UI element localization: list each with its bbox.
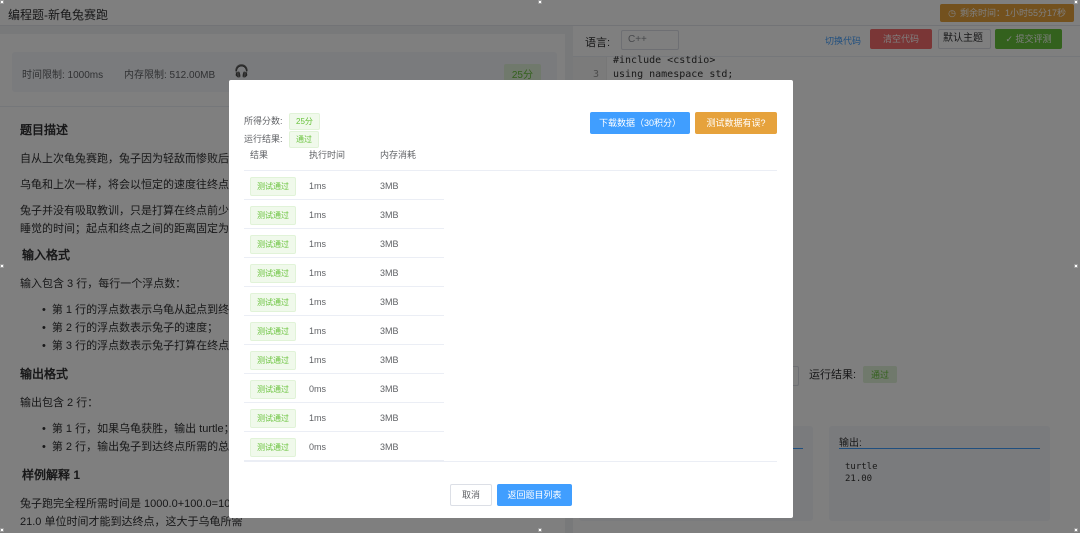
table-row: 测试通过 1ms 3MB [244,171,444,200]
table-row: 测试通过 1ms 3MB [244,200,444,229]
result-value-badge: 通过 [289,131,320,148]
resize-handle[interactable] [538,528,542,532]
memory-usage: 3MB [380,210,399,220]
memory-usage: 3MB [380,326,399,336]
resize-handle[interactable] [1074,528,1078,532]
status-badge: 测试通过 [250,438,296,457]
resize-handle[interactable] [1074,264,1078,268]
exec-time: 1ms [309,181,327,191]
exec-time: 1ms [309,297,327,307]
score-label: 所得分数: [244,116,283,126]
cancel-button[interactable]: 取消 [450,484,492,506]
exec-time: 1ms [309,413,327,423]
exec-time: 1ms [309,210,327,220]
status-badge: 测试通过 [250,409,296,428]
memory-usage: 3MB [380,442,399,452]
resize-handle[interactable] [0,528,4,532]
status-badge: 测试通过 [250,322,296,341]
report-data-error-button[interactable]: 测试数据有误? [695,112,777,134]
exec-time: 1ms [309,268,327,278]
return-to-list-button[interactable]: 返回题目列表 [497,484,572,506]
resize-handle[interactable] [0,0,4,4]
table-row: 测试通过 1ms 3MB [244,287,444,316]
table-row: 测试通过 1ms 3MB [244,229,444,258]
column-header: 内存消耗 [380,150,417,160]
table-row: 测试通过 0ms 3MB [244,432,444,461]
memory-usage: 3MB [380,355,399,365]
status-badge: 测试通过 [250,351,296,370]
score-value-badge: 25分 [289,113,320,130]
memory-usage: 3MB [380,181,399,191]
memory-usage: 3MB [380,384,399,394]
table-row: 测试通过 1ms 3MB [244,316,444,345]
status-badge: 测试通过 [250,177,296,196]
table-row: 测试通过 0ms 3MB [244,374,444,403]
exec-time: 0ms [309,442,327,452]
memory-usage: 3MB [380,413,399,423]
table-row: 测试通过 1ms 3MB [244,403,444,432]
exec-time: 1ms [309,239,327,249]
table-row: 测试通过 1ms 3MB [244,345,444,374]
status-badge: 测试通过 [250,380,296,399]
download-data-button[interactable]: 下载数据（30积分） [590,112,690,134]
result-label: 运行结果: [244,134,283,144]
table-row: 测试通过 1ms 3MB [244,258,444,287]
result-row: 运行结果: 通过 [244,131,320,148]
score-row: 所得分数: 25分 [244,113,320,130]
status-badge: 测试通过 [250,235,296,254]
status-badge: 测试通过 [250,206,296,225]
resize-handle[interactable] [538,0,542,4]
memory-usage: 3MB [380,297,399,307]
status-badge: 测试通过 [250,264,296,283]
column-header: 结果 [250,150,269,160]
column-header: 执行时间 [309,150,346,160]
memory-usage: 3MB [380,239,399,249]
memory-usage: 3MB [380,268,399,278]
result-dialog: 所得分数: 25分 运行结果: 通过 下载数据（30积分） 测试数据有误? 结果… [229,80,793,518]
resize-handle[interactable] [1074,0,1078,4]
exec-time: 1ms [309,355,327,365]
exec-time: 1ms [309,326,327,336]
resize-handle[interactable] [0,264,4,268]
status-badge: 测试通过 [250,293,296,312]
table-bottom-divider [244,461,777,462]
exec-time: 0ms [309,384,327,394]
